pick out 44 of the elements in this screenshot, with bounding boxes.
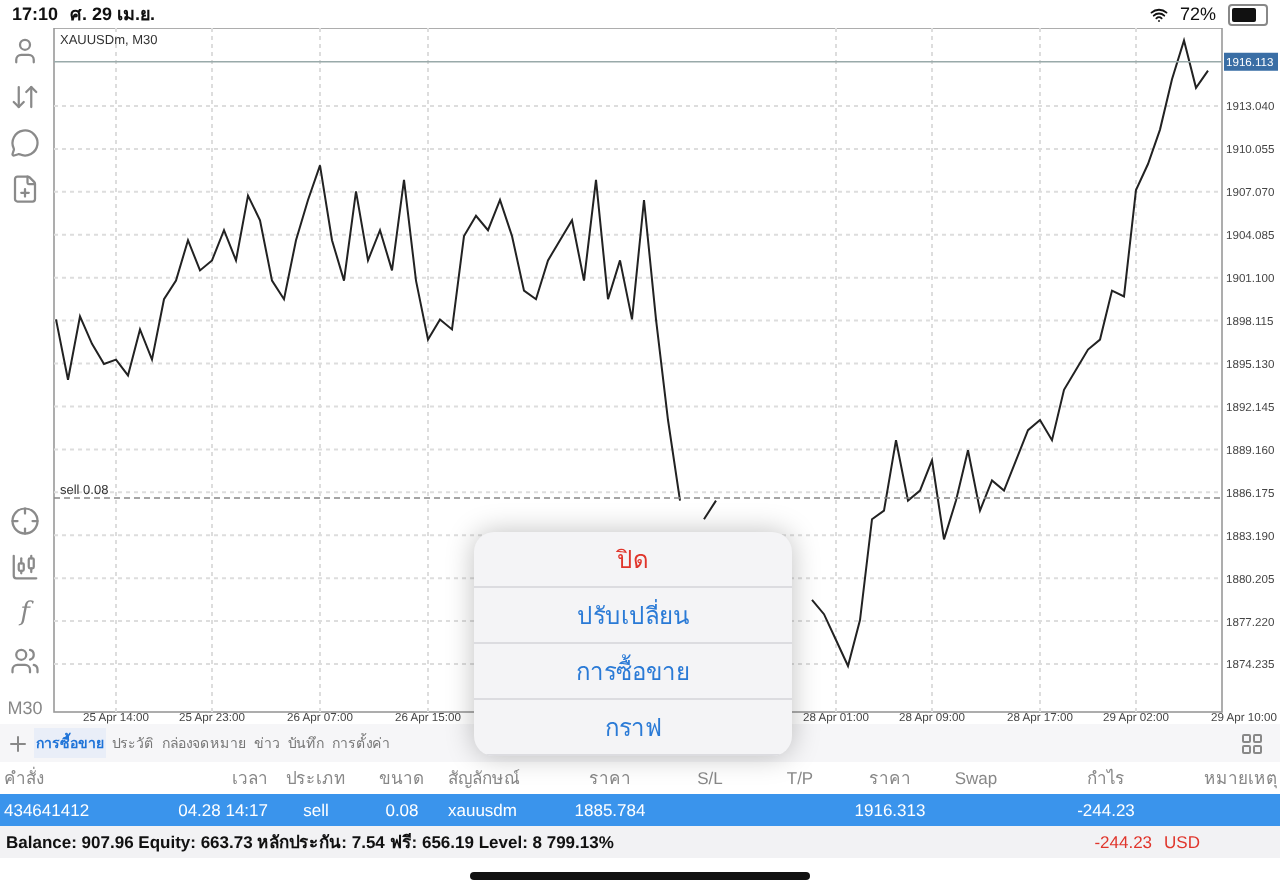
- layout-icon[interactable]: [1240, 731, 1264, 755]
- column-header: หมายเหตุ: [1202, 766, 1280, 792]
- currency: USD: [1164, 832, 1200, 852]
- menu-item[interactable]: กราฟ: [474, 700, 792, 756]
- menu-item[interactable]: ปิด: [474, 532, 792, 588]
- table-cell-text: 434641412: [2, 800, 92, 820]
- column-header: ประเภท: [284, 766, 348, 792]
- column-header: S/L: [695, 768, 725, 788]
- column-header: ราคา: [867, 766, 913, 792]
- menu-item[interactable]: ปรับเปลี่ยน: [474, 588, 792, 644]
- column-header: กำไร: [1085, 766, 1127, 792]
- new-document-icon[interactable]: [10, 174, 40, 204]
- account-icon[interactable]: [10, 36, 40, 66]
- crosshair-icon[interactable]: [10, 506, 40, 536]
- wifi-icon: [1149, 5, 1168, 23]
- table-cell-text: -244.23: [1075, 800, 1137, 820]
- column-header: T/P: [784, 768, 816, 788]
- column-header: คำสั่ง: [2, 764, 46, 792]
- chat-icon[interactable]: [10, 128, 40, 158]
- total-profit: -244.23: [1094, 832, 1153, 852]
- battery-icon: [1228, 3, 1268, 25]
- column-header: ราคา: [587, 766, 633, 792]
- position-row[interactable]: 434641412 04.28 14:17 sell 0.08 xauusdm 1885.784 1916.313 -244.23: [0, 794, 1280, 826]
- menu-item[interactable]: การซื้อขาย: [474, 644, 792, 700]
- date: ศ. 29 เม.ย.: [70, 2, 156, 28]
- clock: 17:10: [12, 4, 59, 24]
- candlestick-icon[interactable]: [10, 552, 40, 582]
- column-header: ขนาด: [377, 766, 427, 792]
- table-cell-text: xauusdm: [446, 800, 519, 820]
- column-header: Swap: [952, 768, 1000, 788]
- table-cell-text: 1885.784: [572, 800, 648, 820]
- objects-icon[interactable]: [10, 646, 40, 676]
- column-header: สัญลักษณ์: [446, 766, 522, 792]
- account-summary: Balance: 907.96 Equity: 663.73 หลักประกัน: 7.54 ฟรี: 656.19 Level: 8 799.13%: [6, 830, 614, 856]
- trade-icon[interactable]: [10, 82, 40, 112]
- add-icon[interactable]: [6, 731, 30, 755]
- toolbar-label[interactable]: M30: [7, 692, 43, 724]
- column-header: เวลา: [230, 766, 270, 792]
- table-cell-text: sell: [301, 800, 331, 820]
- table-cell-text: 0.08: [383, 800, 421, 820]
- battery-percent: 72%: [1179, 4, 1216, 24]
- table-cell-text: 04.28 14:17: [176, 800, 270, 820]
- toolbar-label[interactable]: f: [20, 598, 30, 630]
- table-cell-text: 1916.313: [852, 800, 928, 820]
